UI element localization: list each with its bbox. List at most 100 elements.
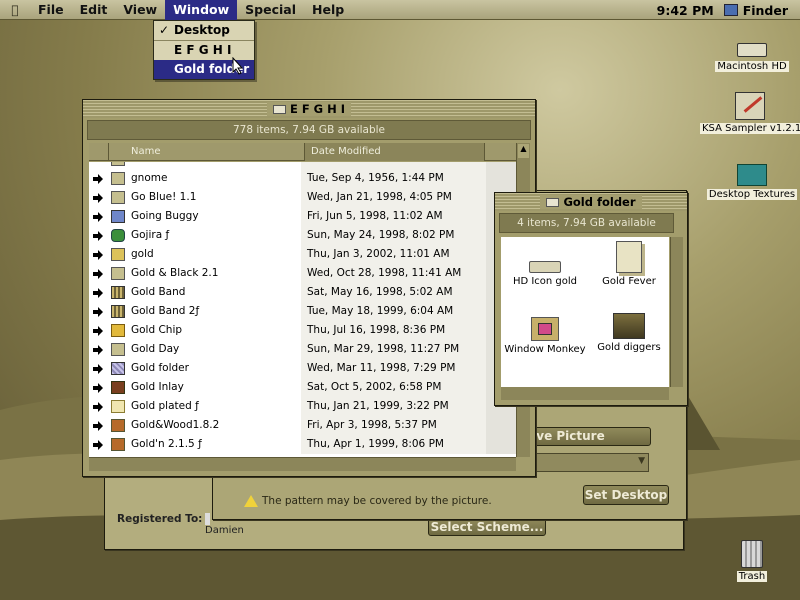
alias-arrow-icon[interactable] (91, 245, 105, 264)
item-hd-icon-gold[interactable]: HD Icon gold (503, 261, 587, 287)
list-row[interactable]: Gold&Wood1.8.2 Fri, Apr 3, 1998, 5:37 PM (89, 416, 516, 435)
book-icon (111, 210, 125, 223)
alias-arrow-icon[interactable] (91, 283, 105, 302)
menubar-clock[interactable]: 9:42 PM (657, 3, 714, 18)
remove-picture-button[interactable]: ove Picture (521, 427, 651, 446)
alias-arrow-icon[interactable] (91, 264, 105, 283)
file-name: Go Blue! 1.1 (131, 191, 197, 203)
list-row[interactable]: Gold Band Sat, May 16, 1998, 5:02 AM (89, 283, 516, 302)
gold-app-icon (111, 248, 125, 261)
select-scheme-button[interactable]: Select Scheme... (428, 518, 546, 536)
alias-arrow-icon[interactable] (91, 435, 105, 454)
scroll-up-arrow-icon[interactable]: ▲ (518, 144, 529, 158)
plated-icon (111, 400, 125, 413)
file-name: Gold Band (131, 286, 186, 298)
item-window-monkey[interactable]: Window Monkey (503, 317, 587, 355)
alias-arrow-icon[interactable] (91, 169, 105, 188)
alias-arrow-icon[interactable] (91, 378, 105, 397)
alias-arrow-icon[interactable] (91, 416, 105, 435)
picture-position-popup[interactable]: n ▼ (523, 453, 649, 472)
registered-to-label: Registered To: (117, 513, 203, 525)
menu-bar:  File Edit View Window Special Help 9:4… (0, 0, 800, 20)
list-row[interactable]: Gold plated ƒ Thu, Jan 21, 1999, 3:22 PM (89, 397, 516, 416)
list-row[interactable]: Go Blue! 1.1 Wed, Jan 21, 1998, 4:05 PM (89, 188, 516, 207)
wood-icon (111, 419, 125, 432)
list-row[interactable]: gnome Tue, Sep 4, 1956, 1:44 PM (89, 169, 516, 188)
finder-app-icon (723, 4, 738, 16)
menu-item-label: E F G H I (174, 43, 232, 57)
list-row[interactable]: Gold Band 2ƒ Tue, May 18, 1999, 6:04 AM (89, 302, 516, 321)
column-header-name[interactable]: Name (109, 143, 305, 161)
chip-icon (111, 324, 125, 337)
gold-folder-title-bar[interactable]: Gold folder (495, 193, 687, 211)
list-row[interactable]: Gojira ƒ Sun, May 24, 1998, 8:02 PM (89, 226, 516, 245)
item-gold-fever[interactable]: Gold Fever (587, 241, 671, 287)
file-date: Sat, May 16, 1998, 5:02 AM (307, 286, 453, 298)
item-label: HD Icon gold (512, 276, 578, 287)
list-row-partial[interactable] (89, 162, 516, 169)
registered-to-value: Damien (205, 525, 244, 536)
alias-arrow-icon[interactable] (91, 321, 105, 340)
item-gold-diggers[interactable]: Gold diggers (587, 313, 671, 353)
desktop-icon-trash[interactable]: Trash (724, 540, 780, 582)
alias-arrow-icon[interactable] (91, 397, 105, 416)
alias-arrow-icon[interactable] (91, 302, 105, 321)
menu-window[interactable]: Window (165, 0, 238, 20)
file-name: Gojira ƒ (131, 229, 170, 241)
folder-icon (546, 198, 560, 207)
efghi-folder-window[interactable]: E F G H I 778 items, 7.94 GB available N… (82, 99, 536, 477)
column-header-date[interactable]: Date Modified (305, 143, 485, 161)
application-menu[interactable]: Finder (743, 3, 788, 18)
alias-arrow-icon[interactable] (91, 207, 105, 226)
file-name: Gold'n 2.1.5 ƒ (131, 438, 202, 450)
alias-arrow-icon[interactable] (91, 340, 105, 359)
efghi-title-bar[interactable]: E F G H I (83, 100, 535, 118)
desktop-icon-macintosh-hd[interactable]: Macintosh HD (712, 40, 792, 72)
menu-file[interactable]: File (30, 0, 72, 20)
file-name: gold (131, 248, 154, 260)
file-date: Thu, Jan 3, 2002, 11:01 AM (307, 248, 450, 260)
menu-edit[interactable]: Edit (72, 0, 116, 20)
menu-item-desktop[interactable]: ✓ Desktop (154, 21, 254, 40)
apple-menu-icon[interactable]:  (0, 3, 30, 17)
list-row[interactable]: Gold Inlay Sat, Oct 5, 2002, 6:58 PM (89, 378, 516, 397)
list-row[interactable]: Gold'n 2.1.5 ƒ Thu, Apr 1, 1999, 8:06 PM (89, 435, 516, 454)
folder-icon (111, 191, 125, 204)
file-name: Gold Day (131, 343, 180, 355)
file-list[interactable]: gnome Tue, Sep 4, 1956, 1:44 PM Go Blue! 1… (89, 162, 516, 457)
list-row[interactable]: Going Buggy Fri, Jun 5, 1998, 11:02 AM (89, 207, 516, 226)
file-date: Sun, Mar 29, 1998, 11:27 PM (307, 343, 460, 355)
alias-arrow-icon[interactable] (91, 359, 105, 378)
alias-arrow-icon[interactable] (91, 188, 105, 207)
folder-icon (272, 105, 286, 114)
set-desktop-button[interactable]: Set Desktop (583, 485, 669, 505)
menu-special[interactable]: Special (237, 0, 304, 20)
gold-folder-icon-area[interactable]: HD Icon gold Gold Fever Window Monkey Go… (501, 237, 669, 387)
efghi-info-bar: 778 items, 7.94 GB available (87, 120, 531, 140)
file-date: Sat, Oct 5, 2002, 6:58 PM (307, 381, 442, 393)
alias-arrow-icon[interactable] (91, 226, 105, 245)
file-name: gnome (131, 172, 168, 184)
list-row[interactable]: Gold & Black 2.1 Wed, Oct 28, 1998, 11:41… (89, 264, 516, 283)
gold-folder-info-bar: 4 items, 7.94 GB available (499, 213, 674, 233)
gold-folder-horizontal-scrollbar[interactable] (501, 387, 669, 400)
header-spacer (89, 143, 109, 161)
pattern-icon (111, 362, 125, 375)
picture-icon (613, 313, 645, 339)
list-row[interactable]: Gold Day Sun, Mar 29, 1998, 11:27 PM (89, 340, 516, 359)
file-name: Gold Band 2ƒ (131, 305, 200, 317)
file-date: Wed, Oct 28, 1998, 11:41 AM (307, 267, 462, 279)
list-row[interactable]: Gold folder Wed, Mar 11, 1998, 7:29 PM (89, 359, 516, 378)
desktop-icon-desktop-textures[interactable]: Desktop Textures (704, 164, 800, 200)
list-row[interactable]: gold Thu, Jan 3, 2002, 11:01 AM (89, 245, 516, 264)
gold-folder-window[interactable]: Gold folder 4 items, 7.94 GB available H… (494, 192, 688, 406)
gold-folder-vertical-scrollbar[interactable] (670, 237, 683, 387)
menu-help[interactable]: Help (304, 0, 352, 20)
efghi-horizontal-scrollbar[interactable] (89, 457, 516, 471)
file-date: Wed, Mar 11, 1998, 7:29 PM (307, 362, 456, 374)
menu-view[interactable]: View (115, 0, 165, 20)
list-row[interactable]: Gold Chip Thu, Jul 16, 1998, 8:36 PM (89, 321, 516, 340)
desktop-icon-ksa-sampler[interactable]: KSA Sampler v1.2.1 (700, 92, 800, 134)
warning-icon (244, 495, 258, 507)
file-date: Fri, Jun 5, 1998, 11:02 AM (307, 210, 443, 222)
